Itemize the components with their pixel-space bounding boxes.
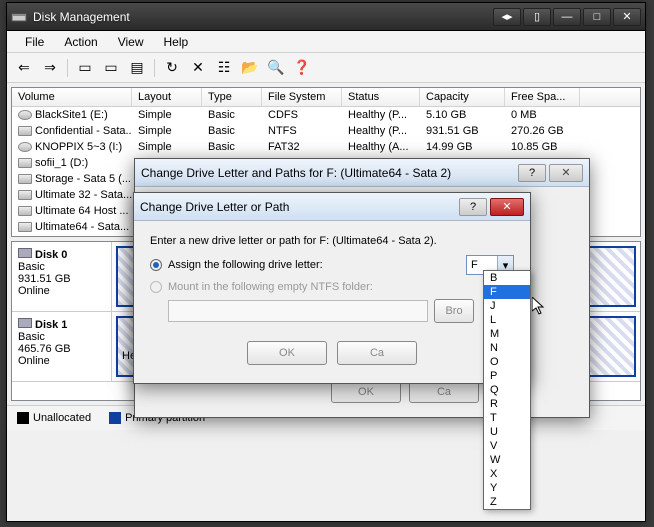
col-layout[interactable]: Layout bbox=[132, 88, 202, 106]
letter-option-F[interactable]: F bbox=[484, 285, 530, 299]
letter-option-W[interactable]: W bbox=[484, 453, 530, 467]
col-status[interactable]: Status bbox=[342, 88, 420, 106]
letter-option-R[interactable]: R bbox=[484, 397, 530, 411]
view-top-icon[interactable]: ▭ bbox=[74, 57, 96, 79]
legend-unallocated: Unallocated bbox=[33, 412, 91, 424]
radio-assign-letter[interactable] bbox=[150, 259, 162, 271]
label-assign-letter: Assign the following drive letter: bbox=[168, 259, 323, 271]
letter-option-V[interactable]: V bbox=[484, 439, 530, 453]
letter-option-L[interactable]: L bbox=[484, 313, 530, 327]
search-icon[interactable]: 🔍 bbox=[265, 57, 287, 79]
properties-icon[interactable]: ☷ bbox=[213, 57, 235, 79]
dialog2-titlebar[interactable]: Change Drive Letter or Path ? ✕ bbox=[134, 193, 530, 221]
toolbar: ⇐ ⇒ ▭ ▭ ▤ ↻ ✕ ☷ 📂 🔍 ❓ bbox=[7, 53, 645, 83]
letter-option-Q[interactable]: Q bbox=[484, 383, 530, 397]
minimize-button[interactable]: — bbox=[553, 8, 581, 26]
letter-option-X[interactable]: X bbox=[484, 467, 530, 481]
restore-left-icon[interactable]: ◂▸ bbox=[493, 8, 521, 26]
menu-action[interactable]: Action bbox=[54, 33, 107, 51]
letter-option-Z[interactable]: Z bbox=[484, 495, 530, 509]
label-mount-folder: Mount in the following empty NTFS folder… bbox=[168, 281, 373, 293]
letter-option-U[interactable]: U bbox=[484, 425, 530, 439]
dialog1-close-button[interactable]: ✕ bbox=[549, 164, 583, 182]
table-header: Volume Layout Type File System Status Ca… bbox=[12, 88, 640, 107]
view-bottom-icon[interactable]: ▭ bbox=[100, 57, 122, 79]
disk-1-label: Disk 1 Basic 465.76 GB Online bbox=[12, 312, 112, 381]
window-title: Disk Management bbox=[33, 10, 493, 24]
col-volume[interactable]: Volume bbox=[12, 88, 132, 106]
col-fs[interactable]: File System bbox=[262, 88, 342, 106]
drive-letter-dropdown[interactable]: BFJLMNOPQRTUVWXYZ bbox=[483, 270, 531, 510]
radio-mount-folder bbox=[150, 281, 162, 293]
dialog1-cancel-button[interactable]: Ca bbox=[409, 381, 479, 403]
dialog1-help-button[interactable]: ? bbox=[518, 164, 546, 182]
maximize-button[interactable]: □ bbox=[583, 8, 611, 26]
menu-view[interactable]: View bbox=[108, 33, 154, 51]
titlebar[interactable]: Disk Management ◂▸ ▯ — □ ✕ bbox=[7, 3, 645, 31]
dialog1-ok-button[interactable]: OK bbox=[331, 381, 401, 403]
table-row[interactable]: KNOPPIX 5~3 (I:)SimpleBasicFAT32Healthy … bbox=[12, 139, 640, 155]
back-icon[interactable]: ⇐ bbox=[13, 57, 35, 79]
letter-option-T[interactable]: T bbox=[484, 411, 530, 425]
col-capacity[interactable]: Capacity bbox=[420, 88, 505, 106]
mount-path-input bbox=[168, 300, 428, 322]
menubar: File Action View Help bbox=[7, 31, 645, 53]
change-letter-dialog: Change Drive Letter or Path ? ✕ Enter a … bbox=[133, 192, 531, 384]
dialog2-help-button[interactable]: ? bbox=[459, 198, 487, 216]
dialog2-ok-button[interactable]: OK bbox=[247, 341, 327, 365]
delete-icon[interactable]: ✕ bbox=[187, 57, 209, 79]
forward-icon[interactable]: ⇒ bbox=[39, 57, 61, 79]
letter-option-M[interactable]: M bbox=[484, 327, 530, 341]
menu-file[interactable]: File bbox=[15, 33, 54, 51]
letter-option-O[interactable]: O bbox=[484, 355, 530, 369]
help-icon[interactable]: ❓ bbox=[291, 57, 313, 79]
col-type[interactable]: Type bbox=[202, 88, 262, 106]
refresh-icon[interactable]: ↻ bbox=[161, 57, 183, 79]
letter-option-B[interactable]: B bbox=[484, 271, 530, 285]
letter-option-P[interactable]: P bbox=[484, 369, 530, 383]
restore-down-icon[interactable]: ▯ bbox=[523, 8, 551, 26]
col-free[interactable]: Free Spa... bbox=[505, 88, 580, 106]
open-icon[interactable]: 📂 bbox=[239, 57, 261, 79]
close-button[interactable]: ✕ bbox=[613, 8, 641, 26]
dialog1-titlebar[interactable]: Change Drive Letter and Paths for F: (Ul… bbox=[135, 159, 589, 187]
combo-value: F bbox=[471, 259, 478, 271]
table-row[interactable]: Confidential - Sata...SimpleBasicNTFSHea… bbox=[12, 123, 640, 139]
dialog2-title: Change Drive Letter or Path bbox=[140, 200, 289, 214]
app-icon bbox=[11, 9, 27, 25]
letter-option-J[interactable]: J bbox=[484, 299, 530, 313]
letter-option-N[interactable]: N bbox=[484, 341, 530, 355]
view-both-icon[interactable]: ▤ bbox=[126, 57, 148, 79]
browse-button: Bro bbox=[434, 299, 474, 323]
table-row[interactable]: BlackSite1 (E:)SimpleBasicCDFSHealthy (P… bbox=[12, 107, 640, 123]
dialog2-cancel-button[interactable]: Ca bbox=[337, 341, 417, 365]
dialog2-prompt: Enter a new drive letter or path for F: … bbox=[150, 235, 514, 247]
dialog2-close-button[interactable]: ✕ bbox=[490, 198, 524, 216]
letter-option-Y[interactable]: Y bbox=[484, 481, 530, 495]
dialog1-title: Change Drive Letter and Paths for F: (Ul… bbox=[141, 166, 451, 180]
disk-0-label: Disk 0 Basic 931.51 GB Online bbox=[12, 242, 112, 311]
menu-help[interactable]: Help bbox=[154, 33, 199, 51]
